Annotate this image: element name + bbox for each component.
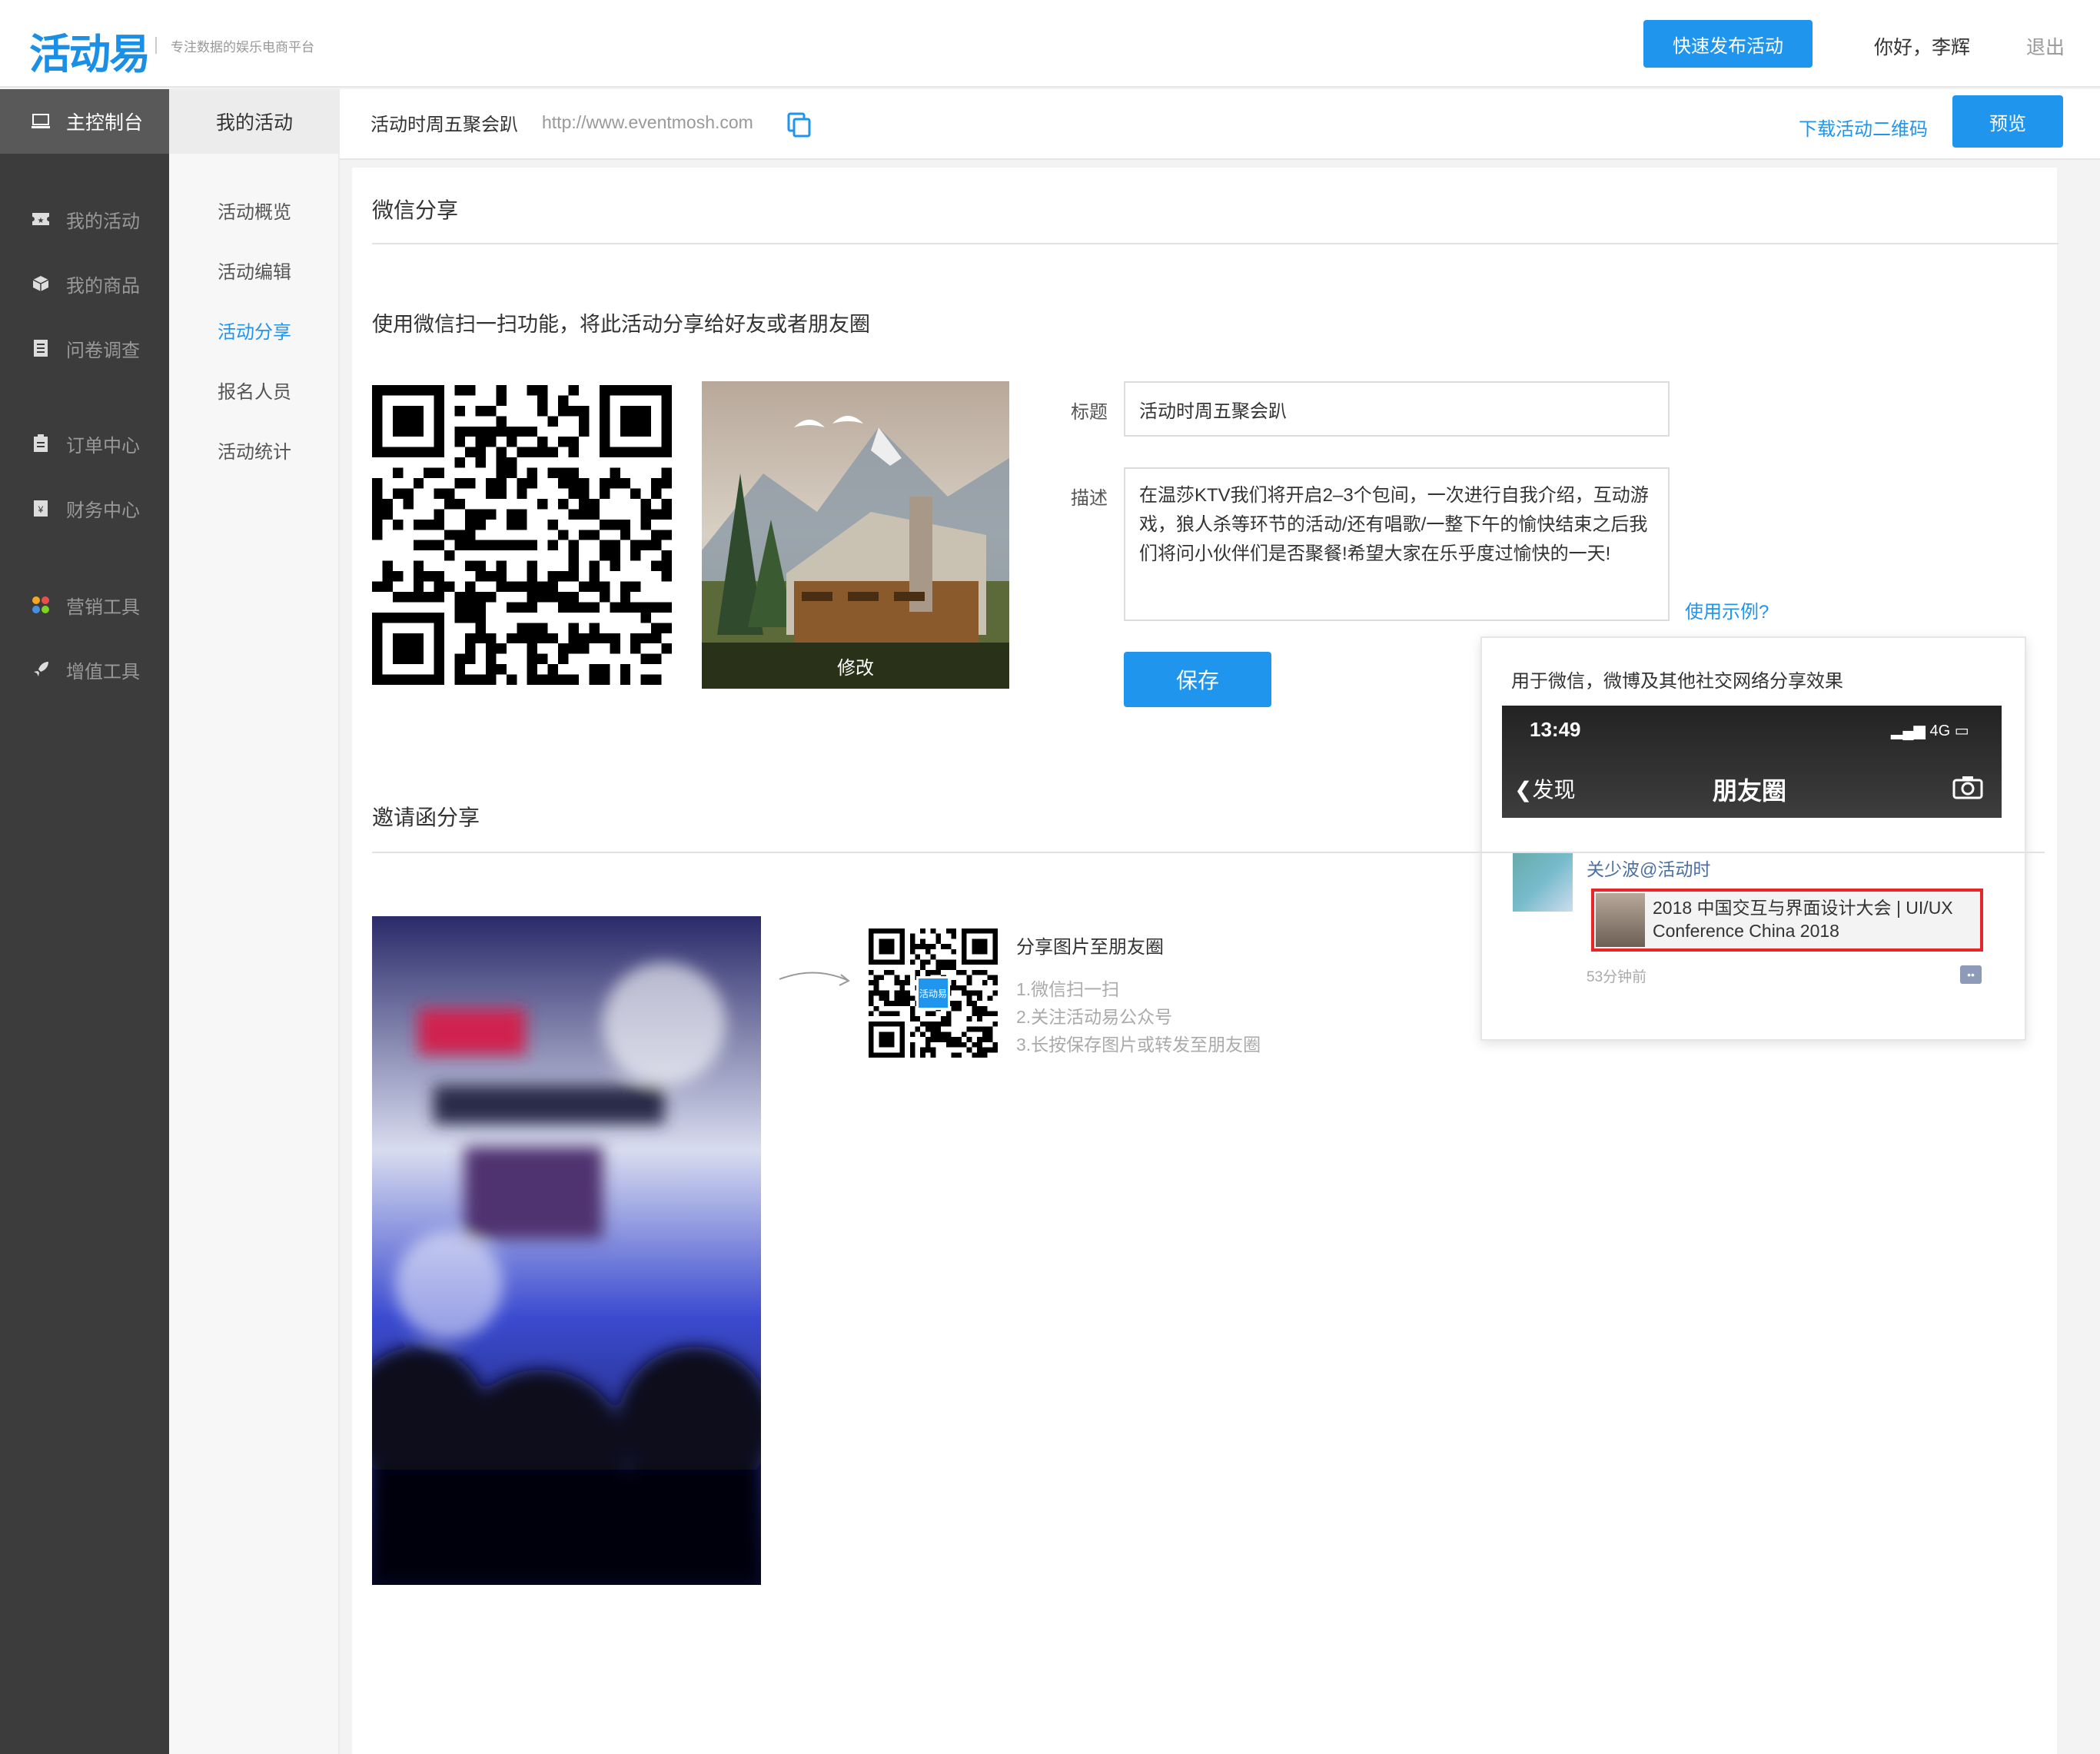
link-thumbnail: [1596, 893, 1645, 947]
phone-signal: ▂▄▆ 4G ▭: [1891, 721, 1969, 740]
concert-poster-image: [372, 916, 761, 1585]
sidebar-item-label: 主控制台: [66, 112, 144, 134]
battery-icon: ▭: [1954, 723, 1969, 739]
divider: [372, 852, 2045, 853]
wechat-share-title: 微信分享: [372, 198, 459, 222]
sidebar-item-label: 增值工具: [66, 661, 140, 683]
download-qrcode-link[interactable]: 下载活动二维码: [1799, 114, 1928, 141]
moment-time: 53分钟前: [1587, 969, 1647, 985]
avatar: [1513, 852, 1573, 912]
description-label: 描述: [1071, 488, 1108, 509]
sidebar-item-finance[interactable]: ¥ 财务中心: [0, 489, 169, 527]
sidebar-item-label: 财务中心: [66, 500, 140, 521]
phone-back-label: 发现: [1532, 778, 1576, 802]
sidebar-item-label: 我的商品: [66, 275, 140, 297]
ticket-icon: ★: [31, 209, 51, 229]
save-button[interactable]: 保存: [1124, 652, 1271, 707]
phone-time: 13:49: [1530, 718, 1581, 741]
instruction-step: 3.长按保存图片或转发至朋友圈: [1016, 1035, 1261, 1055]
tab-registrants[interactable]: 报名人员: [169, 370, 340, 409]
moment-username: 关少波@活动时: [1587, 859, 1711, 879]
sidebar-item-label: 我的活动: [66, 211, 140, 232]
tab-event-share[interactable]: 活动分享: [169, 311, 340, 349]
invitation-poster: [372, 916, 761, 1585]
monitor-icon: [31, 111, 51, 131]
sidebar-item-survey[interactable]: 问卷调查: [0, 329, 169, 367]
title-label: 标题: [1071, 402, 1108, 423]
box-icon: [31, 274, 51, 294]
tagline: 专注数据的娱乐电商平台: [171, 40, 314, 55]
sidebar-item-dashboard[interactable]: 主控制台: [0, 89, 169, 154]
usage-example-link[interactable]: 使用示例?: [1685, 596, 1769, 623]
share-example-popover: [1480, 636, 2026, 1041]
event-qrcode[interactable]: [372, 383, 672, 687]
comment-icon: ••: [1960, 965, 1982, 984]
sidebar-item-value-tools[interactable]: 增值工具: [0, 650, 169, 689]
sidebar-item-label: 订单中心: [66, 435, 140, 457]
logo[interactable]: 活动易: [29, 20, 151, 81]
signal-icon: ▂▄▆: [1891, 723, 1926, 739]
user-greeting: 你好，李辉: [1874, 37, 1971, 58]
tab-event-edit[interactable]: 活动编辑: [169, 251, 340, 289]
tab-event-statistics[interactable]: 活动统计: [169, 430, 340, 469]
copy-icon[interactable]: [787, 112, 812, 138]
arrow-right-icon: [776, 959, 853, 993]
sidebar-item-my-products[interactable]: 我的商品: [0, 264, 169, 303]
camera-icon: [1952, 775, 1983, 799]
sidebar-item-label: 问卷调查: [66, 340, 140, 361]
sidebar-item-my-events[interactable]: ★ 我的活动: [0, 200, 169, 238]
event-url[interactable]: http://www.eventmosh.com: [542, 112, 753, 133]
edit-cover-button[interactable]: 修改: [702, 643, 1009, 689]
popover-title: 用于微信，微博及其他社交网络分享效果: [1511, 671, 1843, 692]
invitation-qrcode[interactable]: 活动易: [869, 928, 998, 1058]
sidebar-item-label: 营销工具: [66, 596, 140, 618]
clipboard-icon: [31, 434, 51, 453]
chevron-left-icon: ❮: [1514, 778, 1533, 802]
phone-back-button: ❮发现: [1514, 773, 1575, 804]
wechat-share-description: 使用微信扫一扫功能，将此活动分享给好友或者朋友圈: [372, 313, 870, 336]
sidebar-item-marketing[interactable]: 营销工具: [0, 586, 169, 624]
svg-text:¥: ¥: [38, 504, 44, 515]
share-to-moments-heading: 分享图片至朋友圈: [1016, 937, 1164, 958]
instruction-step: 1.微信扫一扫: [1016, 979, 1120, 999]
event-name: 活动时周五聚会趴: [370, 115, 518, 135]
logo-divider: [155, 37, 157, 54]
phone-title: 朋友圈: [1713, 777, 1787, 805]
apps-icon: [31, 595, 51, 615]
preview-button[interactable]: 预览: [1952, 95, 2063, 148]
divider: [372, 243, 2058, 244]
instruction-step: 2.关注活动易公众号: [1016, 1007, 1173, 1027]
quick-publish-button[interactable]: 快速发布活动: [1643, 20, 1813, 68]
subnav-title[interactable]: 我的活动: [169, 89, 340, 154]
rocket-icon: [31, 659, 51, 679]
title-input[interactable]: 活动时周五聚会趴: [1124, 381, 1670, 437]
sidebar-item-orders[interactable]: 订单中心: [0, 424, 169, 463]
svg-text:★: ★: [38, 217, 45, 225]
network-label: 4G: [1929, 723, 1951, 739]
link-card-text: 2018 中国交互与界面设计大会 | UI/UX Conference Chin…: [1653, 898, 1953, 941]
logout-link[interactable]: 退出: [2026, 32, 2065, 60]
survey-icon: [31, 338, 51, 358]
qr-logo: 活动易: [916, 976, 950, 1010]
invitation-share-title: 邀请函分享: [372, 806, 480, 829]
tab-event-overview[interactable]: 活动概览: [169, 191, 340, 229]
wallet-icon: ¥: [31, 498, 51, 518]
description-textarea[interactable]: 在温莎KTV我们将开启2–3个包间，一次进行自我介绍，互动游戏，狼人杀等环节的活…: [1124, 467, 1670, 621]
